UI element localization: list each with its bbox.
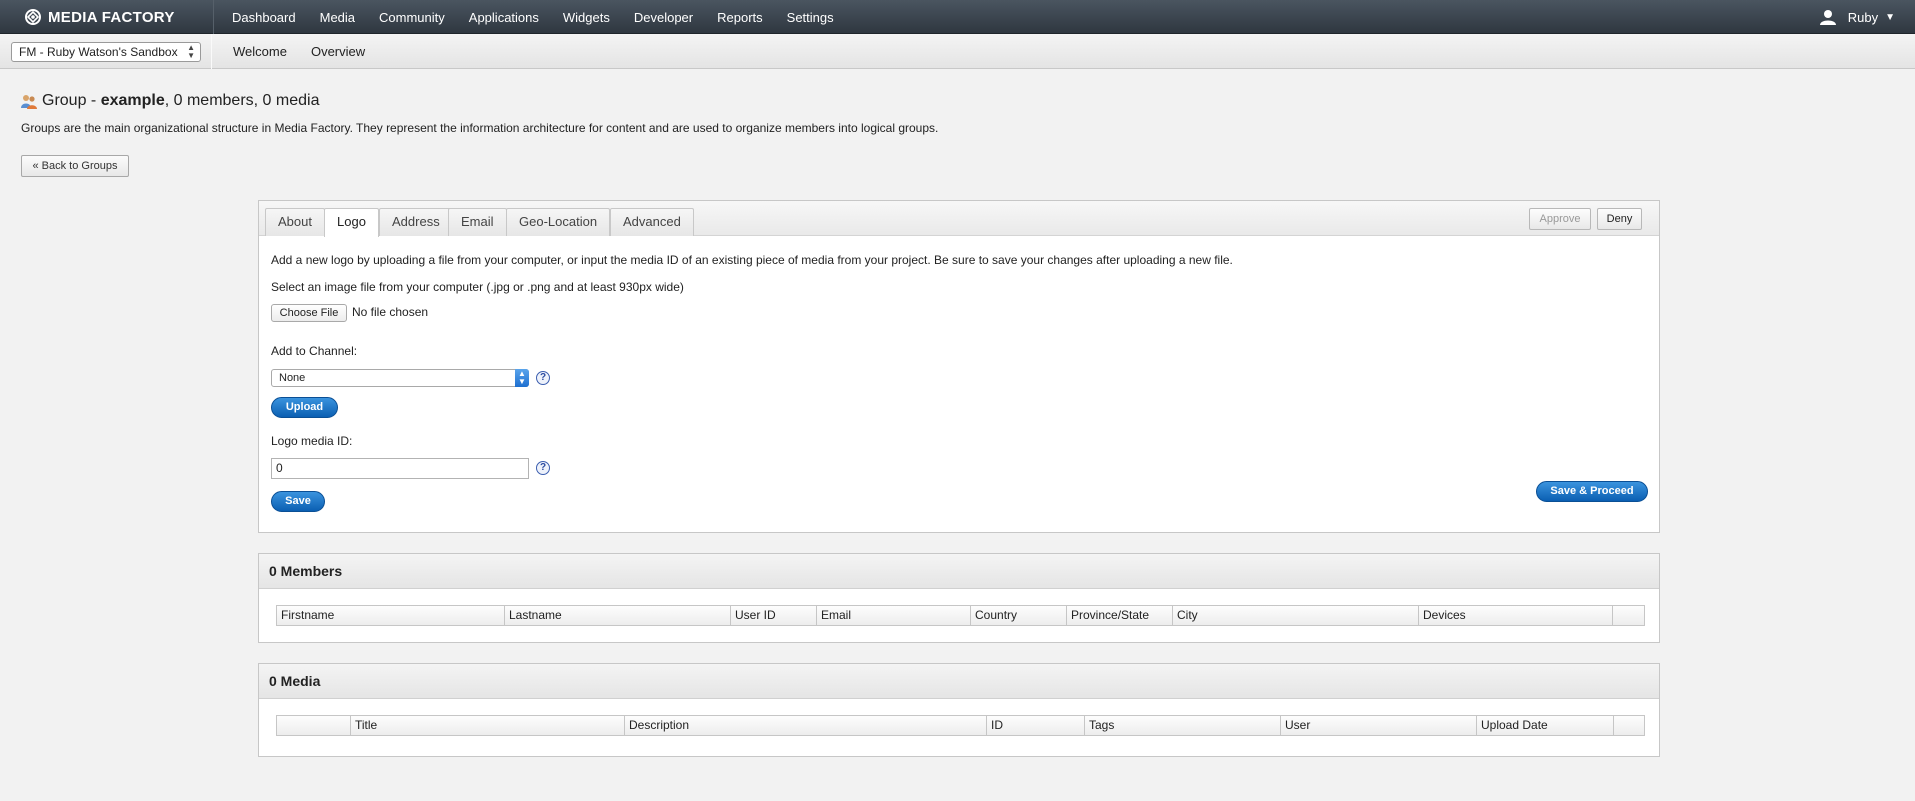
column-country[interactable]: Country — [971, 606, 1067, 625]
nav-media[interactable]: Media — [320, 10, 355, 25]
subnav-overview[interactable]: Overview — [311, 44, 365, 59]
nav-applications[interactable]: Applications — [469, 10, 539, 25]
logo-intro-text: Add a new logo by uploading a file from … — [271, 253, 1233, 267]
file-hint-text: Select an image file from your computer … — [271, 280, 684, 294]
column-upload-date[interactable]: Upload Date — [1477, 716, 1614, 735]
top-nav-bar: MEDIA FACTORY Dashboard Media Community … — [0, 0, 1915, 34]
column-devices[interactable]: Devices — [1419, 606, 1613, 625]
no-file-chosen-label: No file chosen — [352, 305, 429, 319]
user-name: Ruby — [1847, 9, 1879, 25]
column-user-id[interactable]: User ID — [731, 606, 817, 625]
nav-developer[interactable]: Developer — [634, 10, 693, 25]
nav-dashboard[interactable]: Dashboard — [232, 10, 296, 25]
column-tags[interactable]: Tags — [1085, 716, 1281, 735]
tab-email[interactable]: Email — [448, 208, 507, 236]
project-subbar: FM - Ruby Watson's Sandbox ▲ ▼ Welcome Ov… — [0, 34, 1915, 69]
channel-select-value: None — [279, 372, 306, 384]
title-prefix: Group - — [42, 92, 101, 109]
nav-reports[interactable]: Reports — [717, 10, 763, 25]
nav-divider — [213, 0, 214, 34]
tab-logo[interactable]: Logo — [324, 208, 379, 237]
project-select-value: FM - Ruby Watson's Sandbox — [19, 45, 178, 59]
media-factory-logo-icon — [25, 9, 41, 25]
tab-about[interactable]: About — [265, 208, 325, 236]
save-button[interactable]: Save — [271, 491, 325, 512]
logo-panel: About Logo Address Email Geo-Location Ad… — [258, 200, 1660, 533]
brand-logo[interactable]: MEDIA FACTORY — [24, 7, 175, 27]
logo-media-id-input[interactable]: 0 — [271, 458, 529, 479]
main-nav: Dashboard Media Community Applications W… — [232, 0, 858, 34]
media-section-title: 0 Media — [259, 664, 1659, 699]
group-name: example — [100, 92, 165, 109]
channel-help-icon[interactable]: ? — [536, 371, 550, 385]
column-thumbnail — [277, 716, 351, 735]
media-id-help-icon[interactable]: ? — [536, 461, 550, 475]
media-table-header: Title Description ID Tags User Upload Da… — [276, 715, 1645, 736]
nav-settings[interactable]: Settings — [787, 10, 834, 25]
column-description[interactable]: Description — [625, 716, 987, 735]
deny-button[interactable]: Deny — [1597, 208, 1642, 230]
subbar-divider — [211, 34, 212, 69]
tab-address[interactable]: Address — [379, 208, 453, 236]
column-email[interactable]: Email — [817, 606, 971, 625]
back-to-groups-button[interactable]: « Back to Groups — [21, 155, 129, 177]
column-actions — [1613, 606, 1644, 625]
project-select[interactable]: FM - Ruby Watson's Sandbox ▲ ▼ — [11, 42, 201, 62]
title-suffix: , 0 members, 0 media — [164, 92, 320, 109]
column-lastname[interactable]: Lastname — [505, 606, 731, 625]
brand-name: MEDIA FACTORY — [48, 8, 175, 26]
column-title[interactable]: Title — [351, 716, 625, 735]
column-actions — [1614, 716, 1644, 735]
members-section-title: 0 Members — [259, 554, 1659, 589]
page-description: Groups are the main organizational struc… — [21, 121, 939, 135]
user-avatar-icon — [1819, 10, 1836, 25]
members-table-header: Firstname Lastname User ID Email Country… — [276, 605, 1645, 626]
media-section: 0 Media Title Description ID Tags User U… — [258, 663, 1660, 757]
tab-advanced[interactable]: Advanced — [610, 208, 694, 236]
save-and-proceed-button[interactable]: Save & Proceed — [1536, 481, 1648, 502]
caret-down-icon: ▼ — [1885, 11, 1895, 23]
select-arrows-icon: ▲ ▼ — [187, 43, 195, 60]
choose-file-button[interactable]: Choose File — [271, 304, 347, 322]
upload-button[interactable]: Upload — [271, 397, 338, 418]
logo-media-id-label: Logo media ID: — [271, 434, 353, 448]
column-firstname[interactable]: Firstname — [277, 606, 505, 625]
add-to-channel-label: Add to Channel: — [271, 344, 358, 358]
column-province-state[interactable]: Province/State — [1067, 606, 1173, 625]
column-city[interactable]: City — [1173, 606, 1419, 625]
page-title: Group - example , 0 members, 0 media — [21, 92, 319, 110]
subnav-welcome[interactable]: Welcome — [233, 44, 287, 59]
column-id[interactable]: ID — [987, 716, 1085, 735]
select-arrows-icon: ▲ ▼ — [515, 369, 529, 387]
approve-button[interactable]: Approve — [1529, 208, 1591, 230]
tab-geo-location[interactable]: Geo-Location — [506, 208, 611, 236]
sub-nav: Welcome Overview — [233, 34, 389, 69]
nav-community[interactable]: Community — [379, 10, 445, 25]
tab-strip: About Logo Address Email Geo-Location Ad… — [259, 201, 1659, 237]
members-section: 0 Members Firstname Lastname User ID Ema… — [258, 553, 1660, 643]
group-icon — [21, 95, 37, 109]
column-user[interactable]: User — [1281, 716, 1477, 735]
nav-widgets[interactable]: Widgets — [563, 10, 610, 25]
channel-select[interactable]: None ▲ ▼ — [271, 369, 529, 387]
user-menu[interactable]: Ruby ▼ — [1819, 0, 1895, 34]
